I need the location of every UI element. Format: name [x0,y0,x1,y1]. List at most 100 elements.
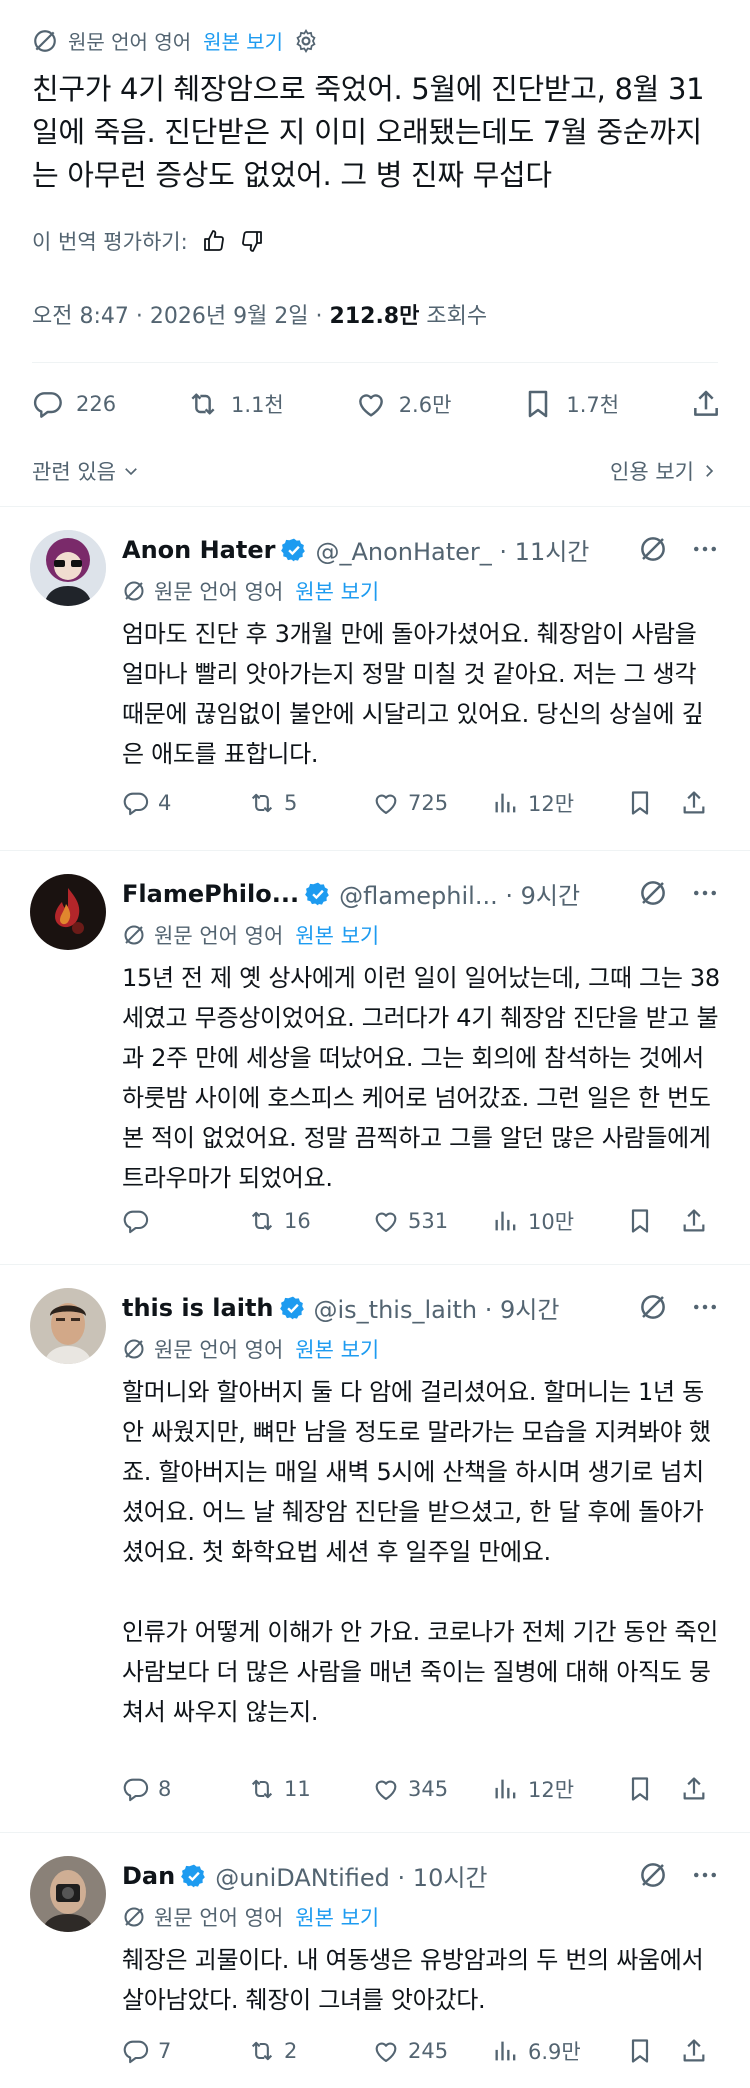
thumbs-up-icon[interactable] [202,229,226,253]
bookmark-button[interactable]: 1.7천 [522,388,619,420]
reply-text: 엄마도 진단 후 3개월 만에 돌아가셨어요. 췌장암이 사람을 얼마나 빨리 … [122,620,704,768]
like-button[interactable]: 245 [372,2037,492,2065]
repost-button[interactable]: 16 [248,1207,372,1235]
repost-count: 2 [284,2039,298,2063]
more-options-icon[interactable] [690,878,720,908]
repost-button[interactable]: 5 [248,789,372,817]
translate-icon[interactable] [638,534,668,564]
analytics-icon [495,1779,516,1799]
display-name[interactable]: FlamePhilo... [122,880,299,908]
gear-icon[interactable] [293,28,319,54]
translate-icon [122,1337,146,1361]
more-options-icon[interactable] [690,1860,720,1890]
bookmark-button[interactable] [626,2037,680,2065]
view-original-link[interactable]: 원본 보기 [295,920,379,950]
repost-count: 11 [284,1777,311,1801]
avatar[interactable] [30,1288,106,1364]
views-button[interactable]: 12만 [492,1774,626,1804]
heart-icon [375,794,397,814]
views-button[interactable]: 6.9만 [492,2036,626,2066]
avatar[interactable] [30,1856,106,1932]
views-button[interactable]: 10만 [492,1206,626,1236]
reply-icon [123,2040,149,2064]
reply-button[interactable]: 4 [122,789,248,817]
reply-header: Anon Hater @_AnonHater_ · 11시간 [122,532,589,567]
display-name[interactable]: Anon Hater [122,536,275,564]
more-options-icon[interactable] [690,534,720,564]
translate-icon[interactable] [638,1292,668,1322]
quotes-label: 인용 보기 [610,460,694,484]
translate-icon[interactable] [638,878,668,908]
reply-icon [32,388,64,420]
like-button[interactable]: 725 [372,789,492,817]
reply-count: 8 [158,1777,172,1801]
reply-header: Dan @uniDANtified · 10시간 [122,1858,488,1893]
thumbs-down-icon[interactable] [240,229,264,253]
share-button[interactable] [680,2037,708,2065]
share-icon [683,791,705,814]
reply-button[interactable]: 226 [32,388,116,420]
repost-button[interactable]: 2 [248,2037,372,2065]
repost-icon [251,1211,273,1231]
translation-bar: 원문 언어 영어 원본 보기 [122,576,379,606]
reply-count: 7 [158,2039,172,2063]
views-count: 6.9만 [528,2040,581,2064]
like-count: 2.6만 [398,393,452,417]
verified-badge-icon [181,1863,207,1889]
bookmark-button[interactable] [626,789,680,817]
translation-bar: 원문 언어 영어 원본 보기 [122,1902,379,1932]
heart-icon [375,1780,397,1800]
views-button[interactable]: 12만 [492,788,626,818]
repost-button[interactable]: 11 [248,1775,372,1803]
handle-time: @is_this_laith · 9시간 [313,1296,560,1324]
reply-item[interactable]: Dan @uniDANtified · 10시간 원문 언어 영어 원본 보기 … [0,1832,750,2088]
reply-action-bar: 4 5 725 12만 [122,788,722,818]
share-button[interactable] [680,789,708,817]
reply-button[interactable]: 8 [122,1775,248,1803]
share-button[interactable] [690,388,722,420]
repost-count: 5 [284,791,298,815]
repost-count: 1.1천 [231,393,284,417]
avatar[interactable] [30,874,106,950]
like-button[interactable]: 2.6만 [355,388,452,420]
bookmark-icon [631,791,649,815]
share-button[interactable] [680,1207,708,1235]
view-original-link[interactable]: 원본 보기 [295,576,379,606]
reply-header: FlamePhilo... @flamephil... · 9시간 [122,876,580,911]
reply-item[interactable]: FlamePhilo... @flamephil... · 9시간 원문 언어 … [0,850,750,1264]
bookmark-icon [522,388,554,420]
repost-button[interactable]: 1.1천 [187,388,284,420]
view-original-link[interactable]: 원본 보기 [203,26,283,55]
translation-source: 원문 언어 영어 [68,30,192,54]
more-options-icon[interactable] [690,1292,720,1322]
avatar[interactable] [30,530,106,606]
reply-action-bar: 16 531 10만 [122,1206,722,1236]
share-icon [683,2039,705,2062]
view-original-link[interactable]: 원본 보기 [295,1902,379,1932]
reply-button[interactable]: 7 [122,2037,248,2065]
rate-translation: 이 번역 평가하기: [32,226,264,256]
timestamp[interactable]: 오전 8:47 · 2026년 9월 2일 · [32,304,330,329]
reply-item[interactable]: this is laith @is_this_laith · 9시간 원문 언어… [0,1264,750,1832]
bookmark-icon [631,2039,649,2063]
like-count: 531 [408,1209,449,1233]
like-count: 725 [408,791,449,815]
bookmark-button[interactable] [626,1207,680,1235]
translation-source: 원문 언어 영어 [154,1338,284,1362]
bookmark-button[interactable] [626,1775,680,1803]
related-dropdown[interactable]: 관련 있음 [32,456,140,486]
like-button[interactable]: 531 [372,1207,492,1235]
quotes-link[interactable]: 인용 보기 [610,456,718,486]
tweet-meta: 오전 8:47 · 2026년 9월 2일 · 212.8만 조회수 [32,298,487,330]
view-original-link[interactable]: 원본 보기 [295,1334,379,1364]
share-icon [690,388,722,420]
reply-button[interactable] [122,1207,248,1235]
share-button[interactable] [680,1775,708,1803]
display-name[interactable]: this is laith [122,1294,274,1322]
translate-icon[interactable] [638,1860,668,1890]
reply-item[interactable]: Anon Hater @_AnonHater_ · 11시간 원문 언어 영어 … [0,506,750,850]
repost-icon [251,2041,273,2061]
display-name[interactable]: Dan [122,1862,175,1890]
analytics-icon [495,793,516,813]
like-button[interactable]: 345 [372,1775,492,1803]
